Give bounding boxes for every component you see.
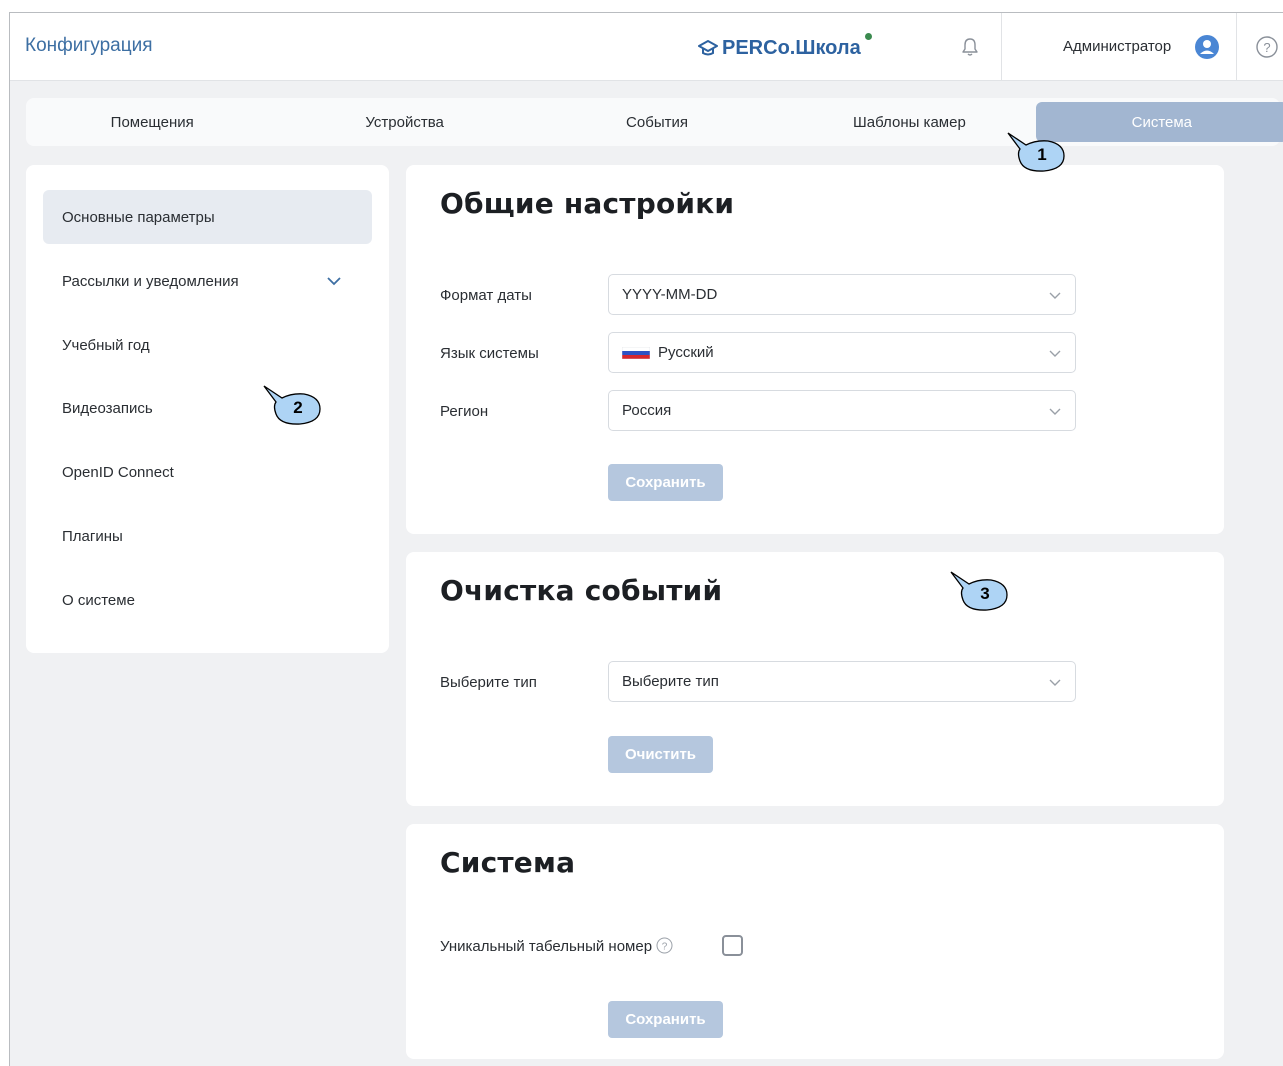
cleanup-type-label: Выберите тип — [440, 674, 537, 691]
save-system-button[interactable]: Сохранить — [608, 1001, 723, 1038]
cleanup-type-value: Выберите тип — [622, 673, 719, 690]
page-title: Конфигурация — [25, 35, 153, 56]
language-label: Язык системы — [440, 345, 539, 362]
date-format-label: Формат даты — [440, 287, 532, 304]
general-settings-title: Общие настройки — [440, 187, 735, 220]
tab-rooms[interactable]: Помещения — [26, 98, 278, 146]
callout-1-label: 1 — [1037, 145, 1047, 164]
tab-events[interactable]: События — [531, 98, 783, 146]
language-select[interactable]: Русский — [608, 332, 1076, 373]
system-title: Система — [440, 846, 576, 879]
settings-sidebar: Основные параметры Рассылки и уведомлени… — [26, 165, 389, 653]
region-select[interactable]: Россия — [608, 390, 1076, 431]
tab-system[interactable]: Система — [1035, 102, 1283, 142]
svg-text:?: ? — [1263, 40, 1270, 55]
top-header: Конфигурация PERCo.Школа Администратор ? — [10, 13, 1283, 81]
tab-camera-templates[interactable]: Шаблоны камер — [783, 98, 1035, 146]
clear-events-button[interactable]: Очистить — [608, 736, 713, 773]
unique-number-label: Уникальный табельный номер — [440, 938, 653, 955]
sidebar-item-openid[interactable]: OpenID Connect — [43, 445, 372, 499]
chevron-down-icon — [1049, 292, 1061, 299]
user-name[interactable]: Администратор — [1063, 38, 1171, 55]
question-icon[interactable]: ? — [656, 937, 673, 954]
save-general-button[interactable]: Сохранить — [608, 464, 723, 501]
general-settings-card: Общие настройки Формат даты YYYY-MM-DD Я… — [406, 165, 1224, 534]
sidebar-item-plugins[interactable]: Плагины — [43, 509, 372, 563]
chevron-down-icon — [1049, 350, 1061, 357]
russian-flag-icon — [622, 346, 650, 359]
sidebar-item-about[interactable]: О системе — [43, 573, 372, 627]
date-format-select[interactable]: YYYY-MM-DD — [608, 274, 1076, 315]
events-cleanup-card: Очистка событий Выберите тип Выберите ти… — [406, 552, 1224, 806]
region-label: Регион — [440, 403, 489, 420]
system-card: Система Уникальный табельный номер ? Сох… — [406, 824, 1224, 1059]
unique-number-label-row: Уникальный табельный номер ? — [440, 937, 673, 955]
unique-number-checkbox[interactable] — [722, 935, 743, 956]
chevron-down-icon — [1049, 408, 1061, 415]
config-tabs: Помещения Устройства События Шаблоны кам… — [26, 98, 1283, 146]
language-value: Русский — [658, 344, 714, 361]
sidebar-item-school-year[interactable]: Учебный год — [43, 318, 372, 372]
sidebar-item-label: Рассылки и уведомления — [62, 272, 239, 290]
sidebar-item-notifications[interactable]: Рассылки и уведомления — [43, 254, 372, 308]
app-logo: PERCo.Школа — [698, 32, 872, 63]
header-divider — [1236, 13, 1237, 81]
callout-2-label: 2 — [293, 398, 303, 417]
date-format-value: YYYY-MM-DD — [622, 286, 718, 303]
callout-3-label: 3 — [980, 584, 990, 603]
sidebar-item-basic-params[interactable]: Основные параметры — [43, 190, 372, 244]
header-divider — [1001, 13, 1002, 81]
bell-icon[interactable] — [959, 36, 981, 58]
app-window: Конфигурация PERCo.Школа Администратор ? — [9, 12, 1283, 1066]
events-cleanup-title: Очистка событий — [440, 574, 723, 607]
graduation-cap-icon — [698, 40, 718, 56]
cleanup-type-select[interactable]: Выберите тип — [608, 661, 1076, 702]
chevron-down-icon — [1049, 679, 1061, 686]
status-dot-icon — [864, 32, 872, 40]
help-icon[interactable]: ? — [1255, 35, 1279, 59]
logo-text: PERCo.Школа — [722, 36, 861, 59]
svg-text:?: ? — [662, 942, 668, 953]
region-value: Россия — [622, 402, 672, 419]
chevron-down-icon — [327, 277, 341, 286]
tab-devices[interactable]: Устройства — [278, 98, 530, 146]
avatar-icon[interactable] — [1195, 35, 1219, 59]
